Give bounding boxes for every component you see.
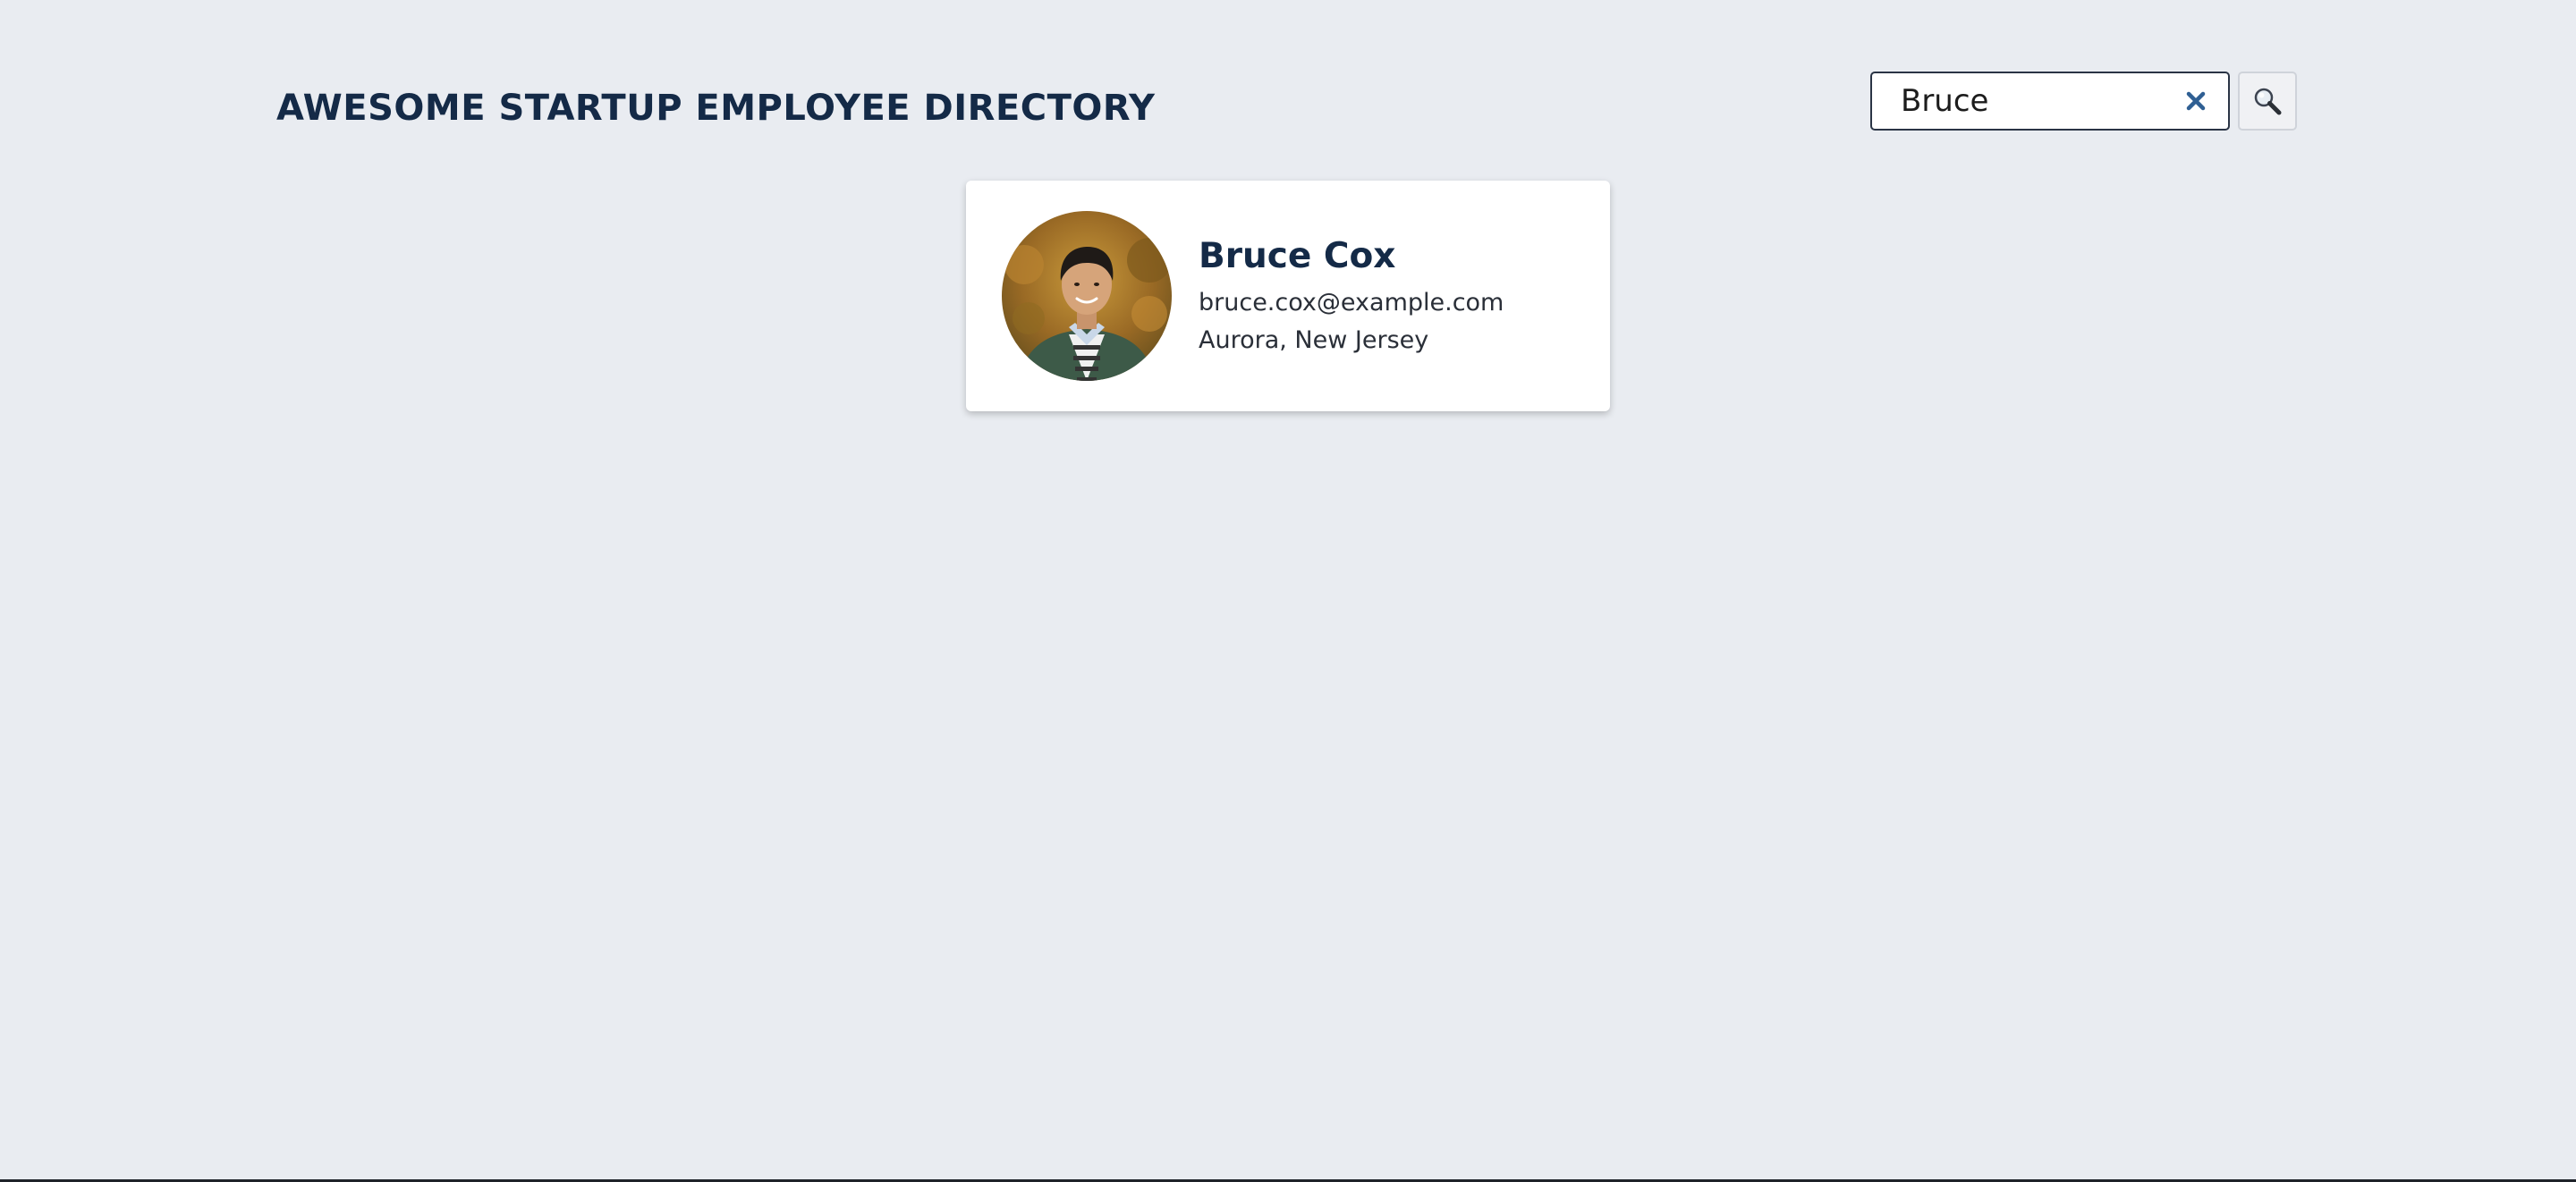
- employee-email: bruce.cox@example.com: [1199, 289, 1504, 317]
- search-box: [1870, 72, 2230, 131]
- employee-card[interactable]: Bruce Cox bruce.cox@example.com Aurora, …: [966, 181, 1610, 411]
- search-input[interactable]: [1872, 73, 2228, 129]
- page-title: AWESOME STARTUP EMPLOYEE DIRECTORY: [276, 88, 1156, 129]
- close-icon: [2186, 91, 2206, 111]
- magnifier-icon: [2254, 88, 2282, 115]
- employee-info: Bruce Cox bruce.cox@example.com Aurora, …: [1199, 232, 1504, 359]
- avatar: [1002, 211, 1172, 381]
- employee-name: Bruce Cox: [1199, 236, 1396, 276]
- clear-search-button[interactable]: [2178, 83, 2214, 119]
- search-form: [1870, 71, 2297, 131]
- employee-location: Aurora, New Jersey: [1199, 326, 1429, 354]
- search-button[interactable]: [2238, 72, 2297, 131]
- employee-photo: [1002, 211, 1172, 381]
